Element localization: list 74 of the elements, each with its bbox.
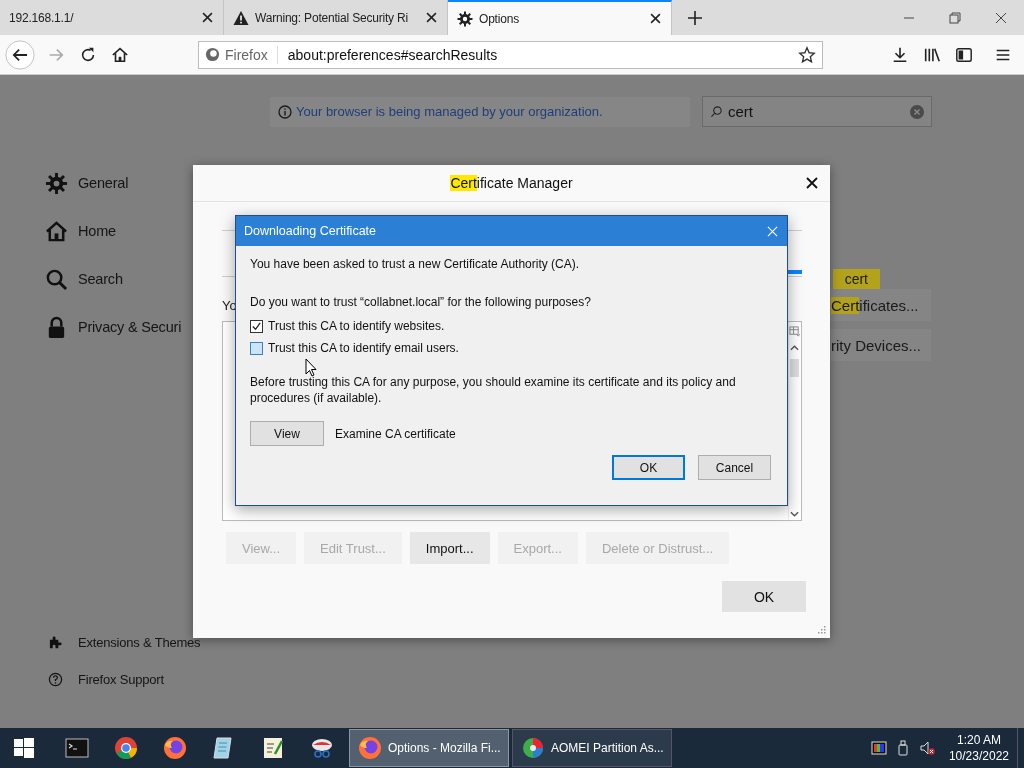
scrollbar-thumb[interactable] [790, 359, 799, 377]
checkbox-label[interactable]: Trust this CA to identify email users. [268, 341, 459, 355]
question-text: Do you want to trust “collabnet.local” for the following purposes? [250, 294, 592, 310]
tab-title: Options [479, 11, 520, 26]
tab-title: Warning: Potential Security Ri [255, 10, 409, 25]
clear-icon[interactable] [910, 104, 924, 119]
preferences-button[interactable]: rity Devices... [827, 329, 931, 361]
checkbox-label[interactable]: Trust this CA to identify websites. [268, 319, 445, 333]
home-icon [45, 219, 68, 243]
dialog-title: Downloading Certificate [244, 224, 377, 238]
match-tooltip: cert [832, 269, 880, 289]
search-field[interactable]: cert [702, 96, 932, 127]
footer-link[interactable]: Firefox Support [78, 672, 164, 687]
terminal-icon[interactable] [64, 736, 89, 760]
close-icon[interactable] [806, 177, 818, 189]
checkbox[interactable] [250, 341, 263, 355]
browser-tab[interactable]: Options [448, 0, 672, 35]
message-text: You have been asked to trust a new Certificate Authority (CA). [250, 256, 581, 272]
url-text: about:preferences#searchResults [287, 46, 498, 63]
info-icon [278, 104, 292, 119]
gear-icon [457, 10, 473, 27]
fox-globe-icon [358, 736, 382, 760]
sidebar-item[interactable]: Privacy & Securi [78, 319, 182, 335]
muted-speaker-icon[interactable] [918, 740, 935, 756]
view-label: Examine CA certificate [335, 426, 456, 441]
address-bar[interactable]: Firefox about:preferences#searchResults [198, 40, 823, 69]
note-text: Before trusting this CA for any purpose, you should examine its certificate and its policy and procedures (if available). [250, 374, 737, 406]
sidebar-item[interactable]: Search [78, 271, 123, 287]
back-icon[interactable] [5, 39, 35, 70]
taskbar-button[interactable]: AOMEI Partition As... [512, 729, 672, 767]
download-icon[interactable] [891, 45, 909, 64]
clock-date[interactable]: 10/23/2022 [948, 748, 1009, 764]
checkbox[interactable] [250, 319, 263, 333]
scissors-icon[interactable] [309, 736, 334, 760]
gear-icon [45, 171, 68, 195]
star-icon[interactable] [798, 45, 816, 64]
restore-icon[interactable] [949, 11, 961, 24]
circle-logo-icon[interactable] [113, 736, 138, 760]
windows-start-icon[interactable] [14, 738, 34, 758]
view-button[interactable]: View [250, 421, 324, 446]
dialog-button[interactable]: Import... [409, 532, 490, 564]
puzzle-icon [48, 635, 63, 650]
sidebar-icon[interactable] [955, 45, 973, 64]
close-icon[interactable] [995, 11, 1007, 24]
column-picker-icon[interactable] [789, 326, 800, 337]
tab-title: 192.168.1.1/ [9, 10, 75, 25]
help-icon [48, 672, 63, 687]
dialog-button[interactable]: Cancel [698, 455, 771, 480]
browser-logo-icon [205, 47, 220, 62]
close-icon[interactable] [202, 12, 213, 23]
disk-icon [521, 736, 545, 760]
close-icon[interactable] [650, 13, 661, 24]
tab-indicator [788, 270, 802, 274]
taskbar-button[interactable]: Options - Mozilla Fi... [349, 729, 509, 767]
dialog-button[interactable]: OK [612, 455, 685, 480]
clock-time[interactable]: 1:20 AM [956, 732, 1001, 748]
close-icon[interactable] [426, 12, 437, 23]
resize-grip-icon[interactable] [818, 626, 826, 634]
scroll-down-icon[interactable] [790, 511, 799, 517]
color-grid-icon[interactable] [870, 740, 887, 756]
mouse-cursor-icon [305, 358, 317, 377]
reload-icon[interactable] [79, 45, 97, 64]
footer-link[interactable]: Extensions & Themes [78, 635, 201, 650]
home-icon[interactable] [111, 45, 129, 64]
sidebar-item[interactable]: Home [78, 223, 116, 239]
warning-icon [233, 9, 249, 26]
scroll-up-icon[interactable] [790, 345, 799, 351]
sidebar-item[interactable]: General [78, 175, 129, 191]
search-icon [710, 105, 723, 118]
fox-globe-icon[interactable] [162, 736, 187, 760]
new-tab-icon[interactable] [688, 10, 702, 25]
identity-label: Firefox [225, 46, 268, 63]
ok-button[interactable]: OK [722, 581, 806, 612]
search-icon [45, 267, 68, 291]
